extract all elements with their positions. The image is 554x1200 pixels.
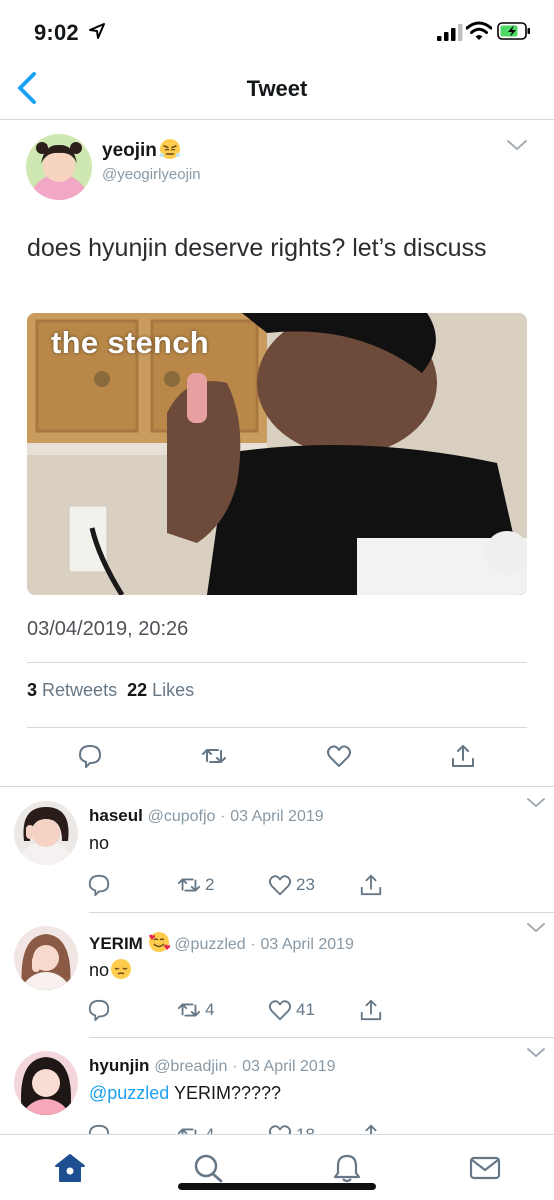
avatar[interactable]: [14, 1051, 78, 1115]
retweet-count: 2: [205, 875, 215, 894]
separator-dot: ·: [232, 1058, 238, 1075]
chevron-down-icon[interactable]: [526, 922, 546, 934]
retweet-icon: [177, 1003, 201, 1017]
like-count: 23: [296, 875, 315, 894]
like-heart-icon: [268, 1000, 292, 1021]
notifications-bell-icon[interactable]: [331, 1153, 363, 1183]
reply-text: no: [89, 833, 110, 853]
reply-handle[interactable]: @breadjin: [154, 1058, 227, 1075]
status-time: 9:02: [34, 20, 79, 45]
battery-charging-icon: [497, 22, 530, 40]
tweet-text: does hyunjin deserve rights? let’s discu…: [27, 234, 487, 262]
like-button[interactable]: 23: [268, 873, 315, 897]
tweet-media-image[interactable]: the stench: [27, 313, 527, 595]
reply-button[interactable]: [87, 873, 111, 897]
mention-link[interactable]: @puzzled: [89, 1083, 169, 1103]
reply-icon: [88, 874, 110, 897]
divider: [89, 912, 554, 913]
reply-icon[interactable]: [77, 743, 103, 769]
wifi-icon: [466, 21, 492, 40]
reply-author-name[interactable]: hyunjin: [89, 1056, 149, 1075]
share-icon: [360, 999, 382, 1021]
smiling-hearts-emoji-icon: [148, 932, 170, 952]
status-bar: 9:02: [0, 0, 554, 60]
huffing-face-emoji-icon: [159, 139, 180, 159]
media-caption: the stench: [51, 325, 210, 360]
share-button[interactable]: [359, 873, 383, 897]
author-name[interactable]: yeojin: [102, 138, 181, 162]
avatar[interactable]: [26, 134, 92, 200]
retweet-count: 4: [205, 1000, 215, 1019]
reply-date: 03 April 2019: [230, 808, 324, 825]
retweet-icon[interactable]: [201, 743, 227, 769]
reply-handle[interactable]: @puzzled: [174, 936, 245, 953]
like-button[interactable]: 41: [268, 998, 315, 1022]
reply-button[interactable]: [87, 998, 111, 1022]
reply-handle[interactable]: @cupofjo: [148, 808, 216, 825]
like-heart-icon: [268, 875, 292, 896]
avatar[interactable]: [14, 926, 78, 990]
share-icon[interactable]: [450, 743, 476, 769]
messages-envelope-icon[interactable]: [469, 1153, 501, 1183]
like-heart-icon[interactable]: [326, 743, 352, 769]
reply-header: haseul @cupofjo · 03 April 2019: [89, 806, 324, 826]
divider: [89, 1037, 554, 1038]
share-icon: [360, 874, 382, 896]
avatar[interactable]: [14, 801, 78, 865]
divider: [0, 786, 554, 787]
retweet-button[interactable]: 4: [177, 998, 214, 1022]
nav-bar: Tweet: [0, 60, 554, 120]
home-icon[interactable]: [54, 1153, 86, 1183]
separator-dot: ·: [250, 936, 256, 953]
divider: [27, 662, 527, 663]
pensive-face-emoji-icon: [111, 959, 132, 979]
separator-dot: ·: [220, 808, 226, 825]
reply-date: 03 April 2019: [260, 936, 354, 953]
reply-icon: [88, 999, 110, 1022]
tweet-stats: 3 Retweets 22 Likes: [27, 680, 194, 701]
retweet-icon: [177, 878, 201, 892]
chevron-down-icon[interactable]: [506, 138, 528, 152]
reply-author-name[interactable]: YERIM: [89, 934, 143, 953]
reply-text: @puzzled YERIM?????: [89, 1083, 282, 1103]
page-title: Tweet: [246, 76, 308, 101]
search-icon[interactable]: [192, 1153, 224, 1183]
reply-header: YERIM @puzzled · 03 April 2019: [89, 931, 354, 954]
reply-text: no: [89, 958, 132, 981]
retweets-count[interactable]: 3 Retweets: [27, 680, 117, 700]
like-count: 41: [296, 1000, 315, 1019]
reply-date: 03 April 2019: [242, 1058, 336, 1075]
cellular-signal-icon: [437, 24, 463, 41]
chevron-down-icon[interactable]: [526, 797, 546, 809]
divider: [27, 727, 527, 728]
likes-count[interactable]: 22 Likes: [127, 680, 194, 700]
tweet-timestamp: 03/04/2019, 20:26: [27, 618, 189, 640]
share-button[interactable]: [359, 998, 383, 1022]
home-indicator[interactable]: [178, 1183, 376, 1190]
chevron-down-icon[interactable]: [526, 1047, 546, 1059]
retweet-button[interactable]: 2: [177, 873, 214, 897]
author-handle[interactable]: @yeogirlyeojin: [102, 166, 201, 183]
reply-header: hyunjin @breadjin · 03 April 2019: [89, 1056, 336, 1076]
tab-bar: [0, 1134, 554, 1200]
reply-author-name[interactable]: haseul: [89, 806, 143, 825]
location-arrow-icon: [89, 23, 105, 39]
